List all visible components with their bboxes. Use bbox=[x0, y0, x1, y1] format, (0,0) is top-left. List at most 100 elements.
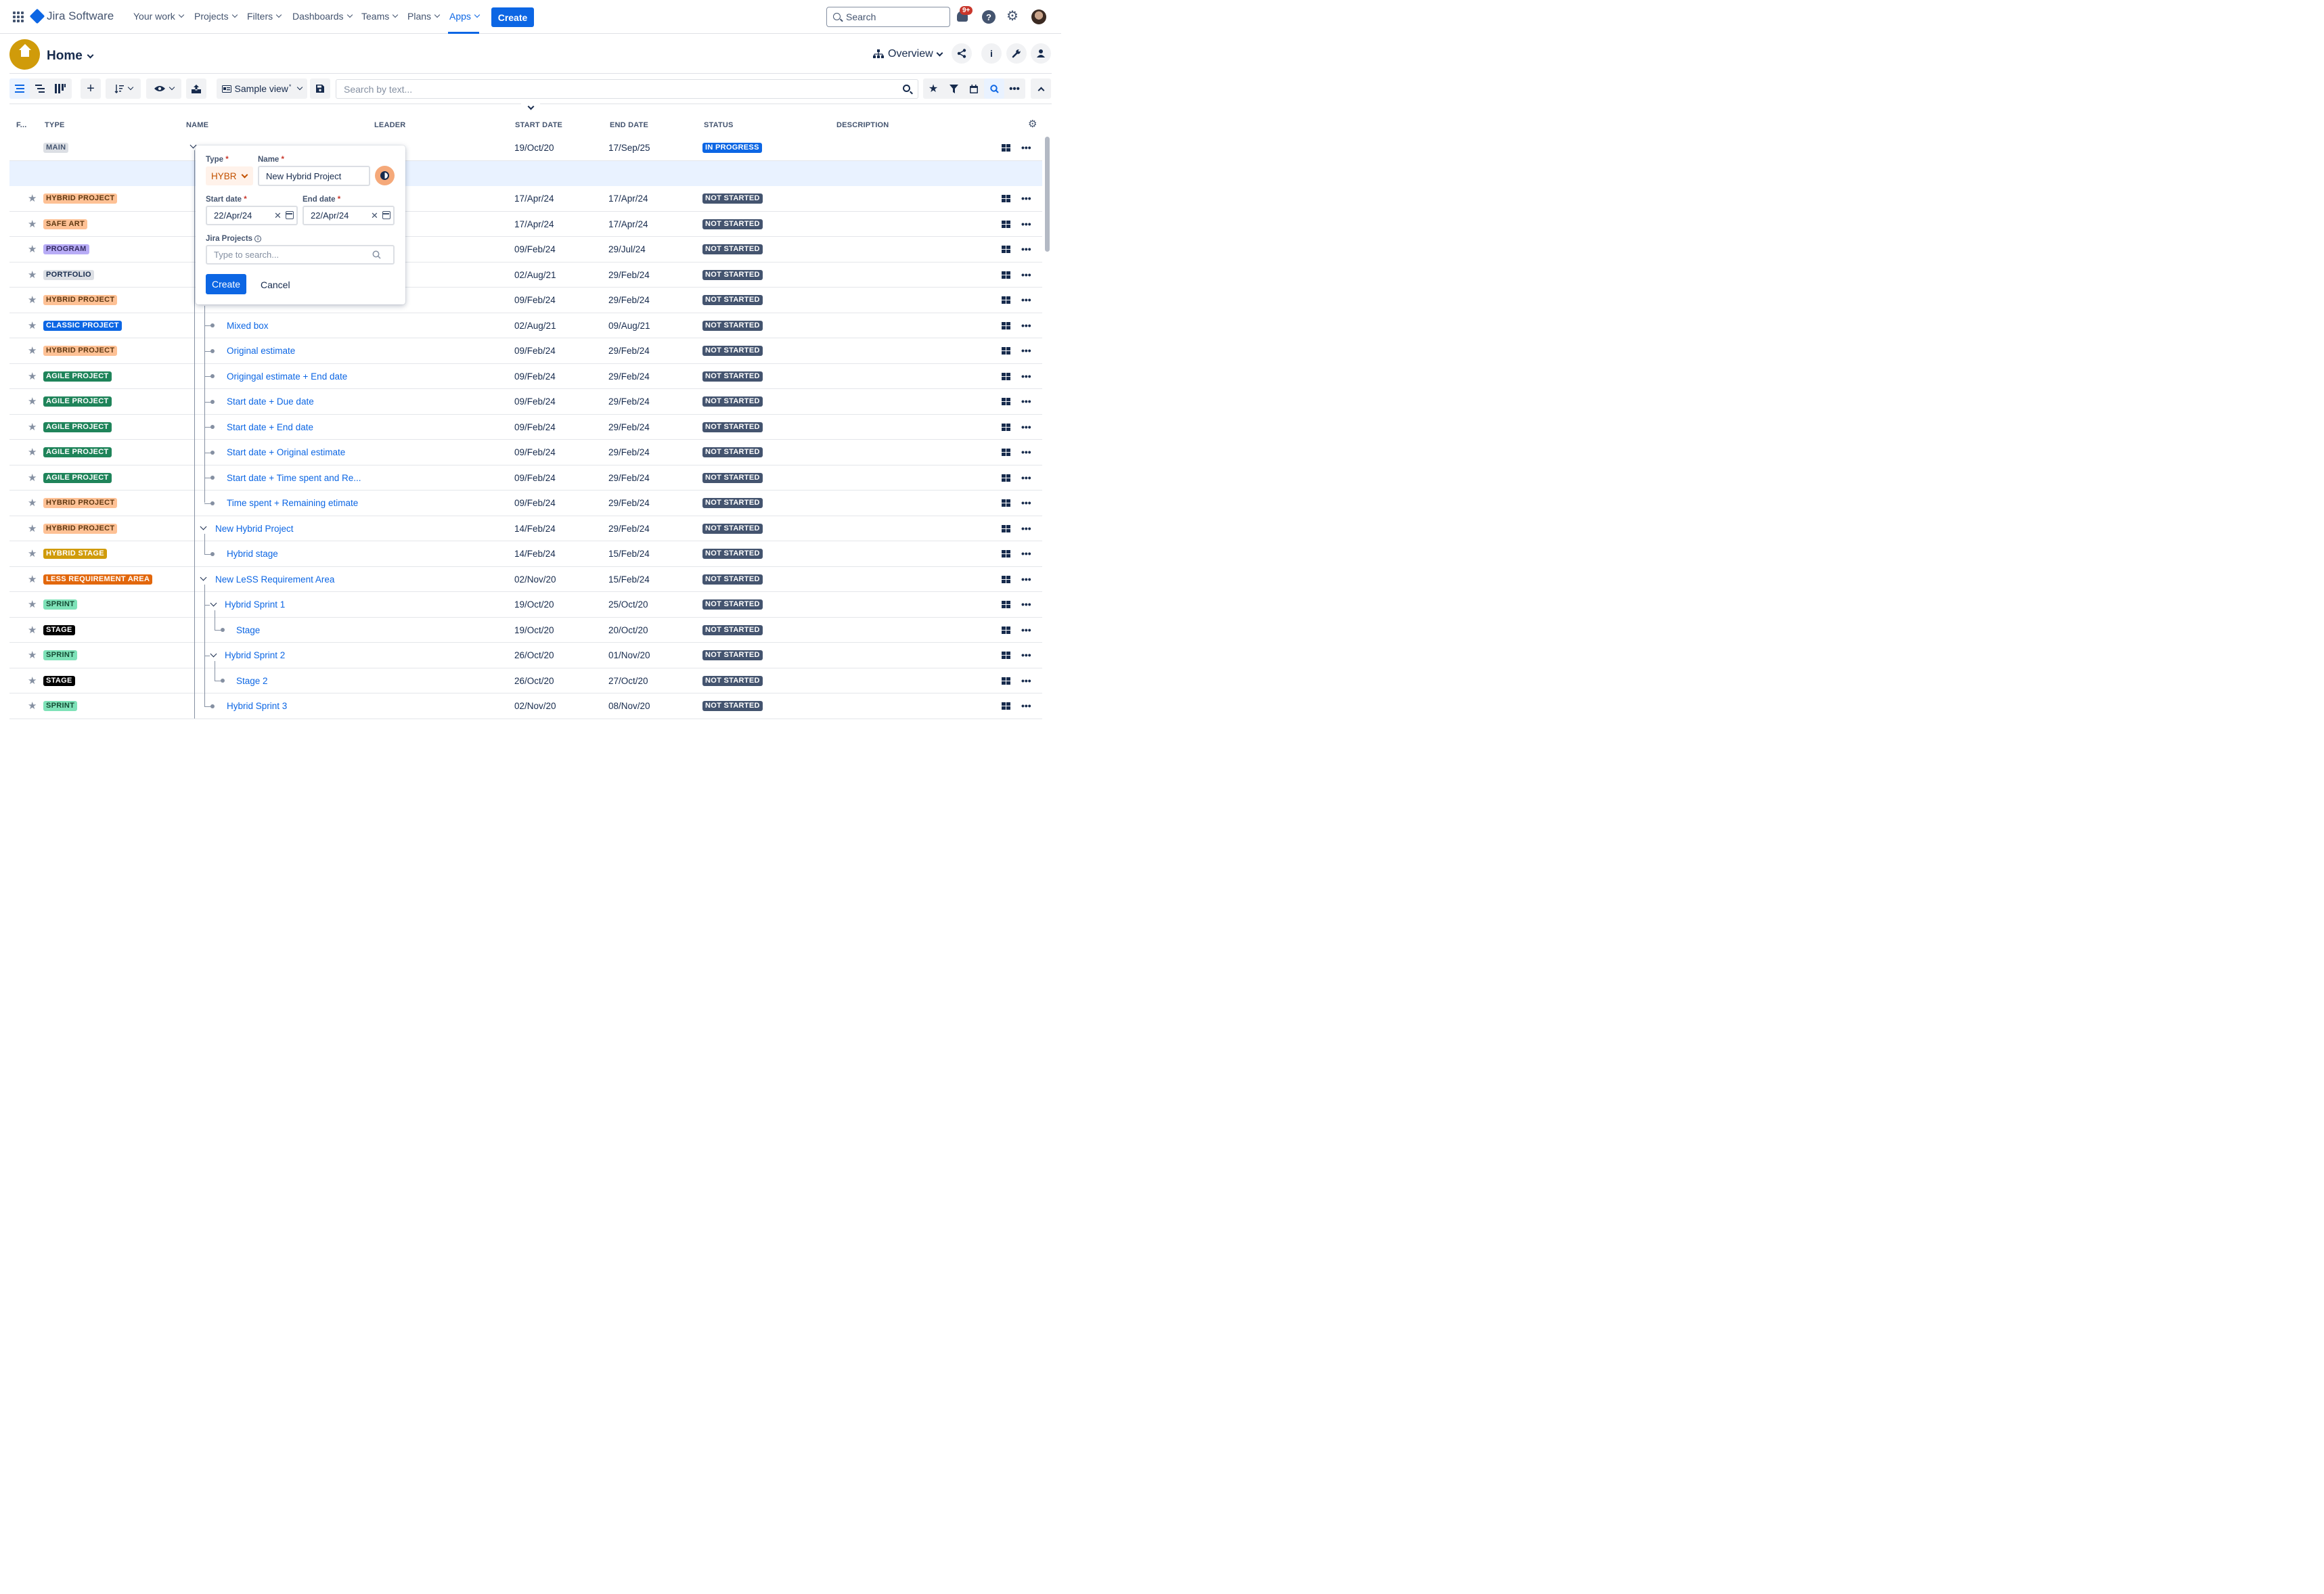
star-icon[interactable]: ★ bbox=[28, 244, 37, 254]
grid-view-icon[interactable] bbox=[1002, 474, 1010, 482]
star-icon[interactable]: ★ bbox=[28, 599, 37, 610]
star-icon[interactable]: ★ bbox=[28, 625, 37, 635]
star-icon[interactable]: ★ bbox=[28, 447, 37, 457]
star-icon[interactable]: ★ bbox=[28, 193, 37, 204]
row-more-icon[interactable]: ••• bbox=[1021, 701, 1031, 710]
row-more-icon[interactable]: ••• bbox=[1021, 524, 1031, 533]
star-icon[interactable]: ★ bbox=[28, 371, 37, 382]
table-row[interactable]: ★ LESS REQUIREMENT AREA New LeSS Requireme… bbox=[9, 567, 1042, 592]
table-row[interactable]: ★ SPRINT Hybrid Sprint 3 02/Nov/20 08/Nov/20… bbox=[9, 693, 1042, 719]
row-more-icon[interactable]: ••• bbox=[1021, 625, 1031, 635]
star-icon[interactable]: ★ bbox=[28, 270, 37, 280]
column-settings-gear-icon[interactable]: ⚙ bbox=[1028, 119, 1037, 129]
table-row[interactable]: ★ HYBRID PROJECT Original estimate 09/Feb/2… bbox=[9, 338, 1042, 364]
name-field[interactable]: New Hybrid Project bbox=[258, 166, 370, 186]
text-search-input[interactable]: Search by text... bbox=[336, 79, 918, 99]
overview-dropdown[interactable]: Overview bbox=[873, 48, 943, 60]
color-picker-button[interactable] bbox=[375, 166, 395, 185]
row-more-icon[interactable]: ••• bbox=[1021, 219, 1031, 229]
search-toggle-button[interactable] bbox=[984, 78, 1004, 99]
row-more-icon[interactable]: ••• bbox=[1021, 270, 1031, 279]
board-view-button[interactable] bbox=[50, 78, 70, 99]
grid-view-icon[interactable] bbox=[1002, 296, 1010, 304]
table-row[interactable]: ★ HYBRID PROJECT New Hybrid Project 14/Feb/… bbox=[9, 516, 1042, 541]
table-row[interactable]: ★ HYBRID STAGE Hybrid stage 14/Feb/24 15/Feb… bbox=[9, 541, 1042, 567]
table-row[interactable] bbox=[9, 160, 1042, 186]
table-row[interactable]: ★ HYBRID PROJECT 09/Feb/24 29/Feb/24 NOT STA… bbox=[9, 288, 1042, 313]
grid-view-icon[interactable] bbox=[1002, 677, 1010, 685]
grid-view-icon[interactable] bbox=[1002, 575, 1010, 583]
item-name-link[interactable]: Start date + Time spent and Re... bbox=[227, 473, 361, 483]
item-name-link[interactable]: Hybrid Sprint 3 bbox=[227, 701, 287, 711]
table-row[interactable]: ★ STAGE Stage 2 26/Oct/20 27/Oct/20 NOT START… bbox=[9, 668, 1042, 693]
end-date-field[interactable]: 22/Apr/24 ✕ bbox=[303, 206, 395, 225]
column-header-type[interactable]: TYPE bbox=[45, 121, 65, 129]
row-more-icon[interactable]: ••• bbox=[1021, 244, 1031, 254]
column-header-end-date[interactable]: END DATE bbox=[610, 121, 648, 129]
table-row[interactable]: ★ PORTFOLIO 02/Aug/21 29/Feb/24 NOT STARTED •… bbox=[9, 263, 1042, 288]
item-name-link[interactable]: Start date + Original estimate bbox=[227, 447, 345, 457]
user-avatar[interactable] bbox=[1031, 9, 1046, 24]
star-icon[interactable]: ★ bbox=[28, 524, 37, 534]
app-switcher-icon[interactable] bbox=[13, 12, 24, 22]
add-item-button[interactable]: + bbox=[81, 78, 101, 99]
help-icon[interactable]: ? bbox=[982, 10, 996, 24]
nav-teams[interactable]: Teams bbox=[361, 11, 399, 22]
item-name-link[interactable]: Mixed box bbox=[227, 321, 269, 331]
calendar-icon[interactable] bbox=[382, 211, 390, 219]
table-row[interactable]: ★ AGILE PROJECT Origingal estimate + End d… bbox=[9, 364, 1042, 389]
row-more-icon[interactable]: ••• bbox=[1021, 346, 1031, 355]
row-more-icon[interactable]: ••• bbox=[1021, 143, 1031, 152]
settings-gear-icon[interactable]: ⚙ bbox=[1006, 9, 1019, 23]
row-more-icon[interactable]: ••• bbox=[1021, 549, 1031, 558]
table-row[interactable]: ★ HYBRID PROJECT 17/Apr/24 17/Apr/24 NOT STA… bbox=[9, 186, 1042, 212]
star-icon[interactable]: ★ bbox=[28, 321, 37, 331]
star-icon[interactable]: ★ bbox=[28, 219, 37, 229]
nav-apps[interactable]: Apps bbox=[449, 11, 481, 22]
grid-view-icon[interactable] bbox=[1002, 321, 1010, 329]
star-icon[interactable]: ★ bbox=[28, 346, 37, 356]
row-more-icon[interactable]: ••• bbox=[1021, 193, 1031, 203]
grid-view-icon[interactable] bbox=[1002, 449, 1010, 456]
save-view-button[interactable] bbox=[310, 78, 330, 99]
table-row[interactable]: ★ PROGRAM 09/Feb/24 29/Jul/24 NOT STARTED ••• bbox=[9, 237, 1042, 263]
table-row[interactable]: ★ SPRINT Hybrid Sprint 1 19/Oct/20 25/Oct/20… bbox=[9, 592, 1042, 618]
row-more-icon[interactable]: ••• bbox=[1021, 676, 1031, 685]
nav-dashboards[interactable]: Dashboards bbox=[292, 11, 353, 22]
nav-your-work[interactable]: Your work bbox=[133, 11, 184, 22]
item-name-link[interactable]: Stage 2 bbox=[236, 676, 268, 686]
column-header-status[interactable]: STATUS bbox=[704, 121, 734, 129]
grid-view-icon[interactable] bbox=[1002, 372, 1010, 380]
filter-button[interactable] bbox=[943, 78, 964, 99]
popup-create-button[interactable]: Create bbox=[206, 274, 246, 294]
grid-view-icon[interactable] bbox=[1002, 550, 1010, 557]
column-header-leader[interactable]: LEADER bbox=[374, 121, 405, 129]
star-icon[interactable]: ★ bbox=[28, 422, 37, 432]
calendar-button[interactable] bbox=[964, 78, 984, 99]
table-row[interactable]: ★ SPRINT Hybrid Sprint 2 26/Oct/20 01/Nov/20… bbox=[9, 643, 1042, 668]
collapse-toolbar-button[interactable] bbox=[1031, 78, 1051, 99]
vertical-scrollbar[interactable] bbox=[1045, 137, 1050, 252]
tools-button[interactable] bbox=[1006, 43, 1027, 64]
row-more-icon[interactable]: ••• bbox=[1021, 295, 1031, 304]
row-more-icon[interactable]: ••• bbox=[1021, 447, 1031, 457]
column-header-start-date[interactable]: START DATE bbox=[515, 121, 562, 129]
nav-plans[interactable]: Plans bbox=[407, 11, 441, 22]
page-title[interactable]: Home bbox=[47, 49, 94, 64]
star-icon[interactable]: ★ bbox=[28, 701, 37, 711]
grid-view-icon[interactable] bbox=[1002, 398, 1010, 405]
grid-view-icon[interactable] bbox=[1002, 144, 1010, 152]
grid-view-icon[interactable] bbox=[1002, 271, 1010, 279]
tree-view-button[interactable] bbox=[30, 78, 50, 99]
view-selector[interactable]: Sample view * bbox=[217, 78, 307, 99]
user-button[interactable] bbox=[1031, 43, 1051, 64]
table-row[interactable]: ★ AGILE PROJECT Start date + Due date 09/Fe… bbox=[9, 389, 1042, 415]
saved-view-dropdown[interactable]: Sample view * bbox=[217, 78, 307, 99]
column-header-favorite[interactable]: F... bbox=[16, 121, 26, 129]
popup-cancel-button[interactable]: Cancel bbox=[261, 279, 290, 290]
item-name-link[interactable]: Time spent + Remaining etimate bbox=[227, 498, 358, 508]
start-date-field[interactable]: 22/Apr/24 ✕ bbox=[206, 206, 298, 225]
star-icon[interactable]: ★ bbox=[28, 498, 37, 508]
row-more-icon[interactable]: ••• bbox=[1021, 599, 1031, 609]
row-more-icon[interactable]: ••• bbox=[1021, 650, 1031, 660]
